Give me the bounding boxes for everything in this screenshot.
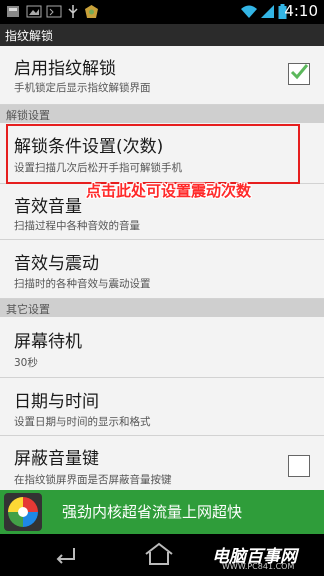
- sound-volume-subtitle: 扫描过程中各种音效的音量: [14, 220, 140, 232]
- home-icon[interactable]: [142, 542, 176, 566]
- signal-icon: [260, 4, 275, 19]
- sound-vibrate-title: 音效与震动: [14, 254, 99, 274]
- mute-volume-key-row[interactable]: 屏蔽音量键 在指纹锁屏界面是否屏蔽音量按键: [0, 436, 324, 496]
- image-notification-icon: [26, 4, 42, 19]
- status-bar: 4:10: [0, 0, 324, 24]
- ad-banner[interactable]: 强劲内核超省流量上网超快: [0, 490, 324, 534]
- back-icon[interactable]: [50, 544, 80, 564]
- usb-notification-icon: [66, 4, 80, 19]
- sound-volume-title: 音效音量: [14, 197, 82, 217]
- checkmark-icon: [290, 64, 309, 80]
- app-notification-icon: [6, 4, 20, 19]
- wifi-icon: [240, 4, 258, 19]
- highlight-box: [6, 124, 300, 184]
- section-header-unlock: 解锁设置: [0, 105, 324, 123]
- security-notification-icon: [84, 4, 99, 19]
- app-logo-icon: [4, 493, 42, 531]
- settings-list: 启用指纹解锁 手机锁定后显示指纹解锁界面 解锁设置 解锁条件设置(次数) 设置扫…: [0, 46, 324, 496]
- section-unlock-label: 解锁设置: [6, 109, 50, 122]
- debug-notification-icon: [46, 4, 62, 19]
- sound-vibrate-subtitle: 扫描时的各种音效与震动设置: [14, 278, 151, 290]
- mute-volume-key-title: 屏蔽音量键: [14, 449, 99, 469]
- enable-fingerprint-row[interactable]: 启用指纹解锁 手机锁定后显示指纹解锁界面: [0, 46, 324, 105]
- enable-fingerprint-checkbox[interactable]: [288, 63, 310, 85]
- watermark-url: WWW.PC841.COM: [222, 562, 295, 571]
- navigation-bar: 电脑百事网 WWW.PC841.COM: [0, 534, 324, 576]
- sound-vibrate-row[interactable]: 音效与震动 扫描时的各种音效与震动设置: [0, 240, 324, 299]
- date-time-title: 日期与时间: [14, 392, 99, 412]
- page-title: 指纹解锁: [5, 29, 54, 43]
- enable-fingerprint-subtitle: 手机锁定后显示指纹解锁界面: [14, 82, 151, 94]
- annotation-text: 点击此处可设置震动次数: [86, 182, 252, 200]
- date-time-subtitle: 设置日期与时间的显示和格式: [14, 416, 151, 428]
- status-time: 4:10: [284, 2, 318, 20]
- mute-volume-key-checkbox[interactable]: [288, 455, 310, 477]
- action-bar: 指纹解锁: [0, 24, 324, 47]
- section-other-label: 其它设置: [6, 303, 50, 316]
- section-header-other: 其它设置: [0, 299, 324, 317]
- screen-standby-row[interactable]: 屏幕待机 30秒: [0, 317, 324, 378]
- screen-standby-title: 屏幕待机: [14, 332, 82, 352]
- date-time-row[interactable]: 日期与时间 设置日期与时间的显示和格式: [0, 378, 324, 436]
- banner-text: 强劲内核超省流量上网超快: [62, 503, 243, 521]
- enable-fingerprint-title: 启用指纹解锁: [14, 59, 116, 79]
- screen-standby-value: 30秒: [14, 357, 38, 369]
- mute-volume-key-subtitle: 在指纹锁屏界面是否屏蔽音量按键: [14, 474, 172, 486]
